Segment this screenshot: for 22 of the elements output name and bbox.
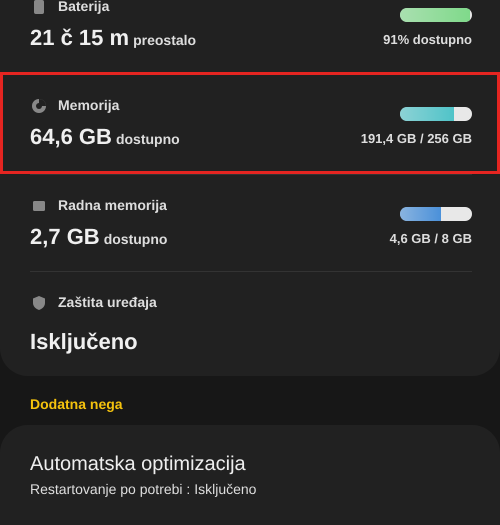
item-title: Memorija xyxy=(58,96,120,115)
item-title: Zaštita uređaja xyxy=(58,293,157,312)
value-suffix: preostalo xyxy=(133,31,196,50)
item-title: Baterija xyxy=(58,0,110,16)
item-value: 64,6 GB xyxy=(30,123,112,151)
value-suffix: dostupno xyxy=(116,130,180,149)
value-suffix: dostupno xyxy=(104,230,168,249)
item-value: Isključeno xyxy=(30,328,138,356)
setting-subtitle: Restartovanje po potrebi : Isključeno xyxy=(30,480,258,499)
item-value: 21 č 15 m xyxy=(30,24,130,52)
progress-bar xyxy=(400,107,472,122)
item-value: 2,7 GB xyxy=(30,223,100,251)
shield-icon xyxy=(30,294,48,312)
usage-reading: 4,6 GB / 8 GB xyxy=(390,230,472,248)
usage-reading: 191,4 GB / 256 GB xyxy=(360,130,472,148)
pie-icon xyxy=(30,96,48,114)
item-title: Radna memorija xyxy=(58,196,167,215)
usage-reading: 91% dostupno xyxy=(383,31,472,50)
section-header: Dodatna nega xyxy=(29,395,124,414)
progress-bar xyxy=(400,8,472,22)
setting-title[interactable]: Automatska optimizacija xyxy=(30,449,470,479)
progress-bar xyxy=(400,207,472,222)
